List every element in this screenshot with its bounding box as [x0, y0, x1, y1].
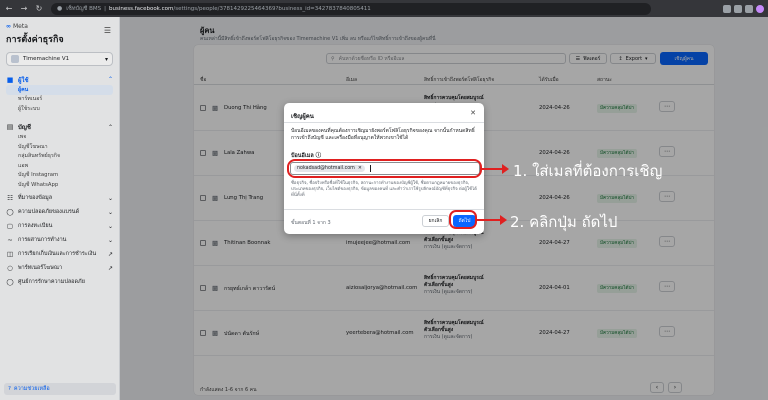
- url-path: /settings/people/3781429225464369?busine…: [173, 5, 371, 12]
- arrow-icon: [482, 164, 509, 174]
- extension-icon[interactable]: [723, 4, 731, 13]
- arrow-icon: [477, 215, 507, 225]
- extension-icon[interactable]: [734, 4, 742, 13]
- lock-icon: ●: [57, 5, 63, 12]
- address-bar[interactable]: ● เซ็ทบัญชี BMS | business.facebook.com …: [51, 2, 651, 15]
- extension-icon[interactable]: [745, 4, 753, 13]
- sidebar-dim: [0, 17, 120, 400]
- divider: [284, 122, 484, 123]
- dialog-title: เชิญผู้คน: [291, 113, 314, 120]
- extensions-area: [723, 4, 764, 13]
- next-highlight-box: [449, 210, 477, 229]
- email-highlight-box: [287, 159, 482, 178]
- step-indicator: ขั้นตอนที่ 1 จาก 3: [291, 220, 331, 226]
- annotation-step-2: 2. คลิกปุ่ม ถัดไป: [510, 213, 618, 231]
- cancel-button[interactable]: ยกเลิก: [422, 215, 449, 227]
- close-icon[interactable]: ✕: [470, 109, 476, 117]
- dialog-description: ป้อนอีเมลของคนที่คุณต้องการเชิญมายังพอร์…: [291, 128, 475, 141]
- back-icon[interactable]: ←: [3, 3, 15, 15]
- forward-icon[interactable]: →: [18, 3, 30, 15]
- annotation-step-1: 1. ใส่เมลที่ต้องการเชิญ: [513, 162, 663, 180]
- url-prefix: เซ็ทบัญชี BMS: [66, 5, 102, 12]
- dialog-hint: ชื่อธุรกิจ, ชื่อจริงหรือชื่อที่ใช้ในธุรก…: [291, 181, 477, 198]
- profile-avatar[interactable]: [756, 4, 764, 13]
- browser-toolbar: ← → ↻ ● เซ็ทบัญชี BMS | business.faceboo…: [0, 0, 768, 17]
- url-host: business.facebook.com: [109, 5, 174, 12]
- reload-icon[interactable]: ↻: [33, 3, 45, 15]
